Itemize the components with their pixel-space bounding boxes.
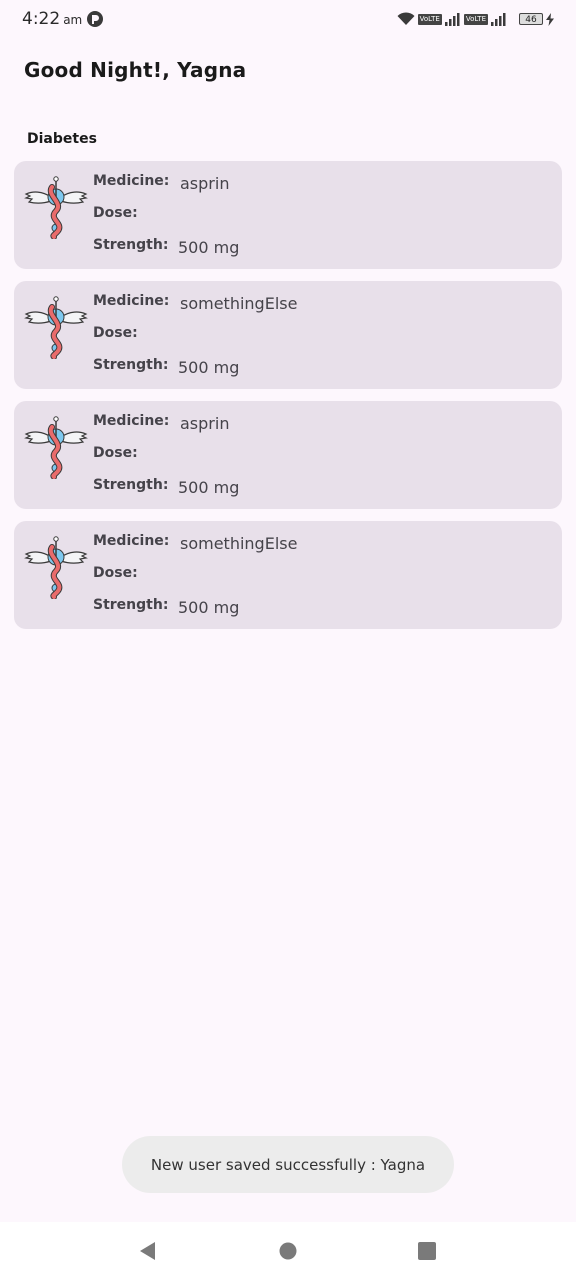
dose-label: Dose: <box>93 325 138 341</box>
strength-value: 500 mg <box>178 238 240 257</box>
greeting-title: Good Night!, Yagna <box>24 58 247 82</box>
dose-label: Dose: <box>93 205 138 221</box>
medicine-label: Medicine: <box>93 413 170 429</box>
medicine-card[interactable]: Medicine: asprin Dose: Strength: 500 mg <box>14 401 562 509</box>
strength-label: Strength: <box>93 357 169 373</box>
medicine-value: asprin <box>180 414 230 433</box>
strength-label: Strength: <box>93 597 169 613</box>
battery-icon: 46 <box>519 13 543 25</box>
medicine-card[interactable]: Medicine: somethingElse Dose: Strength: … <box>14 521 562 629</box>
status-time: 4:22 am <box>22 9 82 29</box>
charging-bolt-icon <box>546 12 554 26</box>
medicine-label: Medicine: <box>93 293 170 309</box>
strength-label: Strength: <box>93 477 169 493</box>
status-bar: 4:22 am VoLTE VoLTE 46 <box>0 0 576 38</box>
back-triangle-icon[interactable] <box>138 1241 158 1261</box>
caduceus-icon <box>24 536 88 599</box>
wifi-icon <box>397 12 415 25</box>
medicine-label: Medicine: <box>93 173 170 189</box>
strength-label: Strength: <box>93 237 169 253</box>
volte-badge-1: VoLTE <box>417 13 442 25</box>
status-time-value: 4:22 <box>22 9 61 29</box>
signal-icon-2 <box>491 12 506 26</box>
navigation-bar <box>0 1222 576 1280</box>
recents-square-icon[interactable] <box>417 1241 437 1261</box>
caduceus-icon <box>24 416 88 479</box>
status-time-ampm: am <box>63 13 83 27</box>
strength-value: 500 mg <box>178 598 240 617</box>
toast-message: New user saved successfully : Yagna <box>122 1136 454 1193</box>
volte-badge-2: VoLTE <box>463 13 488 25</box>
strength-value: 500 mg <box>178 478 240 497</box>
dose-label: Dose: <box>93 445 138 461</box>
medicine-value: somethingElse <box>180 294 298 313</box>
section-title: Diabetes <box>27 131 97 147</box>
strength-value: 500 mg <box>178 358 240 377</box>
caduceus-icon <box>24 176 88 239</box>
medicine-list: Medicine: asprin Dose: Strength: 500 mg … <box>14 161 562 641</box>
medicine-card[interactable]: Medicine: asprin Dose: Strength: 500 mg <box>14 161 562 269</box>
home-circle-icon[interactable] <box>278 1241 298 1261</box>
medicine-value: asprin <box>180 174 230 193</box>
status-indicators: VoLTE VoLTE 46 <box>397 11 554 27</box>
signal-icon-1 <box>444 12 460 26</box>
medicine-value: somethingElse <box>180 534 298 553</box>
caduceus-icon <box>24 296 88 359</box>
dose-label: Dose: <box>93 565 138 581</box>
notification-app-icon <box>87 11 103 27</box>
medicine-label: Medicine: <box>93 533 170 549</box>
medicine-card[interactable]: Medicine: somethingElse Dose: Strength: … <box>14 281 562 389</box>
